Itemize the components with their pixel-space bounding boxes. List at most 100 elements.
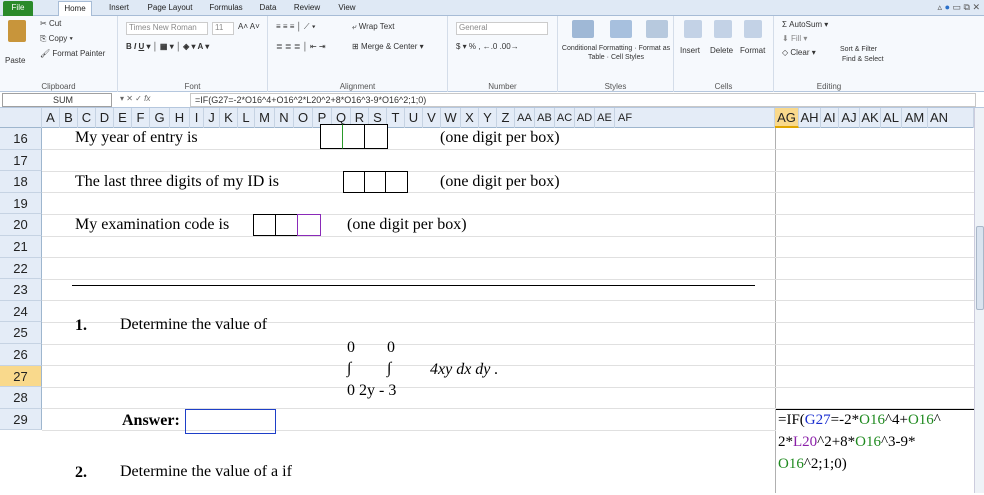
entry-box-3[interactable]	[364, 124, 388, 149]
insert-cells-icon[interactable]	[684, 20, 702, 38]
col-header-v[interactable]: V	[423, 108, 441, 128]
entry-box-1[interactable]	[320, 124, 343, 149]
code-box-2[interactable]	[275, 214, 298, 236]
row-header-23[interactable]: 23	[0, 279, 42, 301]
tab-page-layout[interactable]: Page Layout	[144, 1, 196, 16]
col-header-b[interactable]: B	[60, 108, 78, 128]
row-header-19[interactable]: 19	[0, 192, 42, 215]
sort-filter-button[interactable]: Sort & Filter	[840, 46, 877, 53]
format-cells-icon[interactable]	[744, 20, 762, 38]
col-header-ah[interactable]: AH	[799, 108, 821, 128]
align-buttons[interactable]: ≣ ≣ ≣ │ ⇤ ⇥	[276, 42, 326, 51]
id-box-1[interactable]	[343, 171, 365, 193]
entry-box-2[interactable]	[342, 124, 365, 149]
col-header-an[interactable]: AN	[928, 108, 974, 128]
col-header-j[interactable]: J	[204, 108, 220, 128]
col-header-ai[interactable]: AI	[821, 108, 839, 128]
cell-styles-icon[interactable]	[646, 20, 668, 38]
window-controls[interactable]: ▵ ● ▭ ⧉ ✕	[938, 2, 980, 13]
row-header-17[interactable]: 17	[0, 149, 42, 172]
col-header-aa[interactable]: AA	[515, 108, 535, 128]
col-header-i[interactable]: I	[190, 108, 204, 128]
fill-button[interactable]: ⬇ Fill ▾	[782, 34, 807, 43]
select-all-corner[interactable]	[0, 108, 42, 128]
tab-view[interactable]: View	[334, 1, 360, 16]
id-box-2[interactable]	[364, 171, 386, 193]
col-header-ad[interactable]: AD	[575, 108, 595, 128]
formula-edit-cell[interactable]: =IF(G27=-2*O16^4+O16^ 2*L20^2+8*O16^3-9*…	[776, 409, 974, 495]
col-header-e[interactable]: E	[114, 108, 132, 128]
styles-buttons[interactable]: Conditional Formatting · Format as Table…	[560, 44, 672, 62]
tab-home[interactable]: Home	[58, 1, 92, 17]
col-header-g[interactable]: G	[150, 108, 170, 128]
col-header-n[interactable]: N	[275, 108, 294, 128]
row-header-18[interactable]: 18	[0, 171, 42, 193]
font-name-select[interactable]: Times New Roman	[126, 22, 208, 35]
col-header-y[interactable]: Y	[479, 108, 497, 128]
col-header-ag[interactable]: AG	[775, 108, 799, 128]
row-header-16[interactable]: 16	[0, 128, 42, 150]
col-header-ae[interactable]: AE	[595, 108, 615, 128]
formula-buttons[interactable]: ▾ ✕ ✓ fx	[120, 94, 150, 103]
vertical-scrollbar[interactable]	[974, 108, 984, 493]
col-header-af[interactable]: AF	[615, 108, 775, 128]
paste-icon[interactable]	[8, 20, 26, 42]
scroll-thumb[interactable]	[976, 226, 984, 310]
col-header-h[interactable]: H	[170, 108, 190, 128]
row-header-25[interactable]: 25	[0, 322, 42, 344]
bold-italic-underline[interactable]: B I U ▾ │ ▦ ▾ │ ◈ ▾ A ▾	[126, 42, 209, 51]
row-header-24[interactable]: 24	[0, 300, 42, 323]
grow-shrink-font[interactable]: A˄ A˅	[238, 22, 260, 31]
clear-button[interactable]: ◇ Clear ▾	[782, 48, 816, 57]
row-header-29[interactable]: 29	[0, 408, 42, 431]
find-select-button[interactable]: Find & Select	[842, 56, 884, 63]
col-header-m[interactable]: M	[255, 108, 275, 128]
format-button[interactable]: Format	[740, 46, 765, 55]
col-header-al[interactable]: AL	[881, 108, 902, 128]
name-box[interactable]: SUM	[2, 93, 112, 107]
format-as-table-icon[interactable]	[610, 20, 632, 38]
code-box-1[interactable]	[253, 214, 276, 236]
row-header-26[interactable]: 26	[0, 344, 42, 366]
formula-input[interactable]: =IF(G27=-2*O16^4+O16^2*L20^2+8*O16^3-9*O…	[190, 93, 976, 107]
col-header-z[interactable]: Z	[497, 108, 515, 128]
number-format-select[interactable]: General	[456, 22, 548, 35]
code-box-3[interactable]	[297, 214, 321, 236]
col-header-l[interactable]: L	[238, 108, 255, 128]
row-header-22[interactable]: 22	[0, 257, 42, 280]
col-header-o[interactable]: O	[294, 108, 313, 128]
col-header-d[interactable]: D	[96, 108, 114, 128]
merge-center-button[interactable]: ⊞ Merge & Center ▾	[352, 42, 424, 51]
row-header-28[interactable]: 28	[0, 387, 42, 409]
delete-cells-icon[interactable]	[714, 20, 732, 38]
row-header-21[interactable]: 21	[0, 236, 42, 258]
col-header-u[interactable]: U	[405, 108, 423, 128]
col-header-x[interactable]: X	[461, 108, 479, 128]
cut-button[interactable]: ✂ Cut	[40, 19, 61, 28]
tab-file[interactable]: File	[3, 1, 33, 16]
id-box-3[interactable]	[385, 171, 408, 193]
paste-button[interactable]: Paste	[5, 56, 25, 65]
number-format-buttons[interactable]: $ ▾ % , ←.0 .00→	[456, 42, 519, 51]
autosum-button[interactable]: Σ AutoSum ▾	[782, 20, 828, 29]
col-header-aj[interactable]: AJ	[839, 108, 860, 128]
answer-cell[interactable]	[185, 409, 276, 434]
col-header-ak[interactable]: AK	[860, 108, 881, 128]
tab-review[interactable]: Review	[290, 1, 324, 16]
tab-formulas[interactable]: Formulas	[206, 1, 246, 16]
font-size-select[interactable]: 11	[212, 22, 234, 35]
col-header-t[interactable]: T	[387, 108, 405, 128]
insert-button[interactable]: Insert	[680, 46, 700, 55]
col-header-f[interactable]: F	[132, 108, 150, 128]
align-top-buttons[interactable]: ≡ ≡ ≡ │ ⟋ ▾	[276, 22, 316, 32]
conditional-formatting-icon[interactable]	[572, 20, 594, 38]
delete-button[interactable]: Delete	[710, 46, 733, 55]
format-painter-button[interactable]: 🖌 Format Painter	[40, 49, 105, 58]
row-header-20[interactable]: 20	[0, 214, 42, 236]
copy-button[interactable]: ⎘ Copy ▾	[40, 34, 73, 44]
col-header-w[interactable]: W	[441, 108, 461, 128]
row-header-27[interactable]: 27	[0, 365, 42, 388]
col-header-k[interactable]: K	[220, 108, 238, 128]
tab-insert[interactable]: Insert	[104, 1, 134, 16]
col-header-ab[interactable]: AB	[535, 108, 555, 128]
